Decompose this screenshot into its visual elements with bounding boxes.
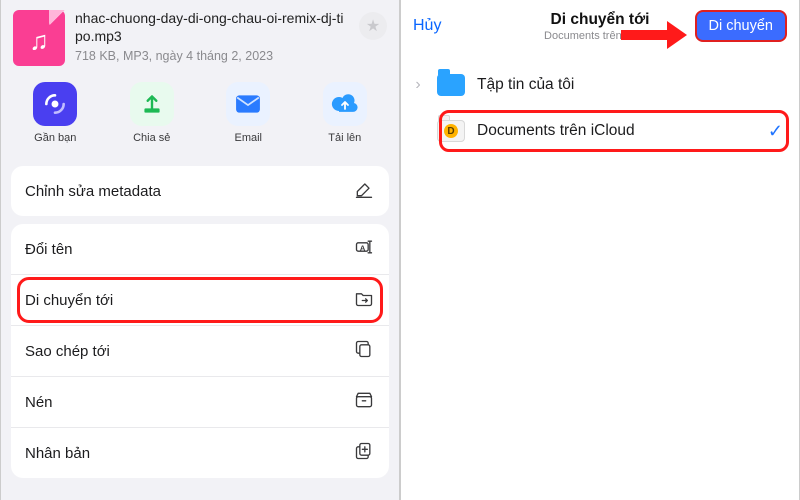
edit-metadata-row[interactable]: Chỉnh sửa metadata: [11, 166, 389, 216]
chevron-right-icon: ›: [411, 76, 425, 94]
music-note-icon: ♫: [29, 25, 49, 56]
file-meta: nhac-chuong-day-di-ong-chau-oi-remix-dj-…: [75, 10, 349, 63]
email-label: Email: [234, 132, 262, 144]
duplicate-label: Nhân bản: [25, 445, 353, 462]
folder-blue-icon: [437, 74, 465, 96]
copy-to-row[interactable]: Sao chép tới: [11, 325, 389, 376]
cancel-button[interactable]: Hủy: [413, 17, 441, 35]
nav-title: Di chuyển tới: [544, 11, 656, 29]
compress-label: Nén: [25, 394, 353, 411]
checkmark-icon: ✓: [768, 121, 783, 142]
move-button[interactable]: Di chuyển: [695, 10, 787, 42]
actions-card-2: Đổi tên A Di chuyển tới Sao chép tới Né: [11, 224, 389, 478]
upload-button[interactable]: Tải lên: [323, 82, 367, 144]
upload-label: Tải lên: [328, 132, 361, 144]
copy-to-label: Sao chép tới: [25, 343, 353, 360]
edit-metadata-label: Chỉnh sửa metadata: [25, 183, 353, 200]
location-documents-label: Documents trên iCloud: [477, 122, 635, 140]
nav-bar: Hủy Di chuyển tới Documents trên iCloud …: [401, 0, 799, 48]
share-row: Gần bạn Chia sẻ Email Tải lên: [1, 78, 399, 158]
rename-icon: A: [353, 237, 375, 261]
location-my-files[interactable]: › Tập tin của tôi: [401, 62, 799, 108]
duplicate-row[interactable]: Nhân bản: [11, 427, 389, 478]
nearby-share-button[interactable]: Gần bạn: [33, 82, 77, 144]
nav-title-block: Di chuyển tới Documents trên iCloud: [544, 11, 656, 42]
location-documents-icloud[interactable]: D Documents trên iCloud ✓: [401, 108, 799, 154]
star-icon: ★: [366, 16, 380, 36]
archive-icon: [353, 390, 375, 414]
folder-move-icon: [353, 288, 375, 312]
rename-label: Đổi tên: [25, 241, 353, 258]
file-header: ♫ nhac-chuong-day-di-ong-chau-oi-remix-d…: [1, 0, 399, 78]
copy-icon: [353, 339, 375, 363]
move-to-row[interactable]: Di chuyển tới: [11, 274, 389, 325]
nearby-label: Gần bạn: [34, 132, 76, 144]
cloud-upload-icon: [323, 82, 367, 126]
compress-row[interactable]: Nén: [11, 376, 389, 427]
share-sheet-panel: ♫ nhac-chuong-day-di-ong-chau-oi-remix-d…: [0, 0, 400, 500]
rename-row[interactable]: Đổi tên A: [11, 224, 389, 274]
pencil-icon: [353, 179, 375, 203]
file-subtitle: 718 KB, MP3, ngày 4 tháng 2, 2023: [75, 49, 349, 63]
move-destination-panel: Hủy Di chuyển tới Documents trên iCloud …: [400, 0, 800, 500]
duplicate-icon: [353, 441, 375, 465]
share-label: Chia sẻ: [133, 132, 170, 144]
svg-text:A: A: [360, 243, 366, 252]
location-list: › Tập tin của tôi D Documents trên iClou…: [401, 62, 799, 154]
mail-icon: [226, 82, 270, 126]
share-button[interactable]: Chia sẻ: [130, 82, 174, 144]
file-thumbnail: ♫: [13, 10, 65, 66]
folder-documents-icon: D: [437, 120, 465, 142]
move-to-label: Di chuyển tới: [25, 292, 353, 309]
nearby-icon: [33, 82, 77, 126]
email-button[interactable]: Email: [226, 82, 270, 144]
file-name: nhac-chuong-day-di-ong-chau-oi-remix-dj-…: [75, 10, 349, 45]
nav-subtitle: Documents trên iCloud: [544, 30, 656, 42]
actions-card-1: Chỉnh sửa metadata: [11, 166, 389, 216]
location-my-files-label: Tập tin của tôi: [477, 76, 574, 94]
share-up-icon: [130, 82, 174, 126]
favorite-button[interactable]: ★: [359, 12, 387, 40]
